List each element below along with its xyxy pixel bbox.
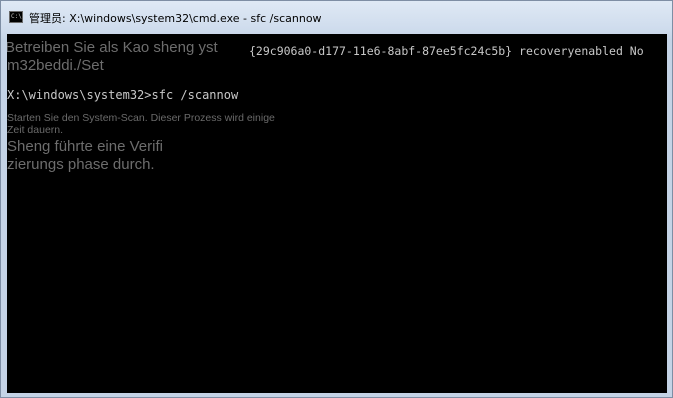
cmd-icon[interactable]: C:\ xyxy=(9,11,23,23)
console-output[interactable]: Betreiben Sie als Kao sheng yst m32beddi… xyxy=(7,34,667,393)
overlay-text-line-2: m32beddi./Set xyxy=(7,57,104,74)
verify-status-line-2: zierungs phase durch. xyxy=(7,156,155,173)
command-prompt-line: X:\windows\system32>sfc /scannow xyxy=(7,88,239,102)
overlay-text-line-1: Betreiben Sie als Kao sheng yst xyxy=(7,39,218,56)
scan-status-line-2: Zeit dauern. xyxy=(7,124,64,136)
scan-status-line-1: Starten Sie den System-Scan. Dieser Proz… xyxy=(7,112,275,124)
verify-status-line-1: Sheng führte eine Verifi xyxy=(7,138,163,155)
window-title: 管理员: X:\windows\system32\cmd.exe - sfc /… xyxy=(29,12,322,25)
title-bar[interactable]: C:\ 管理员: X:\windows\system32\cmd.exe - s… xyxy=(1,1,672,35)
cmd-window: C:\ 管理员: X:\windows\system32\cmd.exe - s… xyxy=(0,0,673,398)
bcdedit-output-line: {29c906a0-d177-11e6-8abf-87ee5fc24c5b} r… xyxy=(249,44,644,58)
